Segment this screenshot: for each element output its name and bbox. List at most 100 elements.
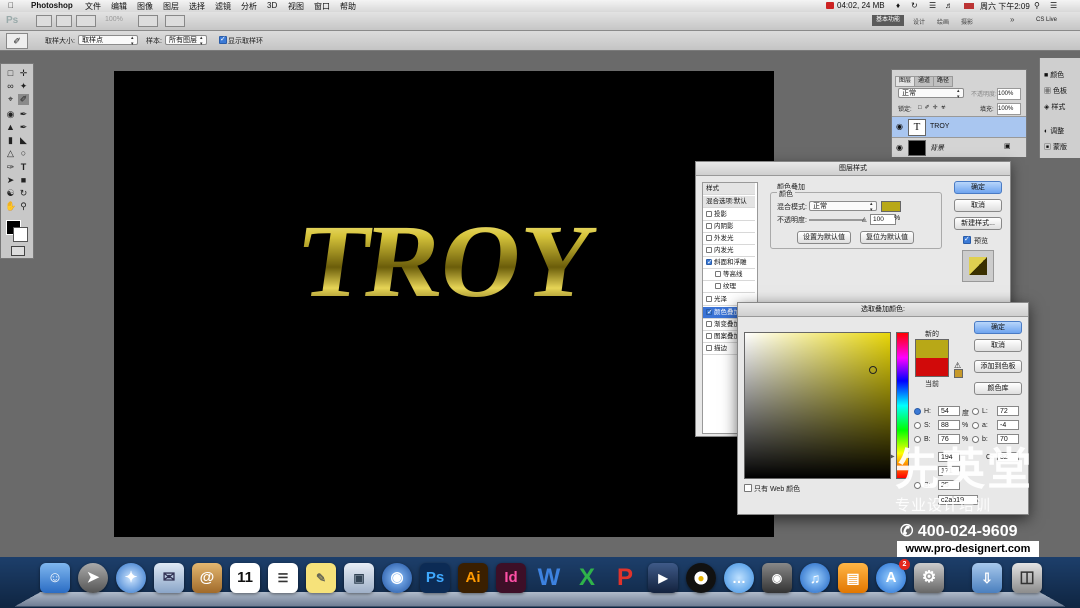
menu-filter[interactable]: 滤镜 xyxy=(215,1,231,12)
effect-bevel-emboss[interactable]: 斜面和浮雕 xyxy=(703,257,755,269)
screen-mode-icon[interactable] xyxy=(165,15,185,27)
visibility-eye-icon[interactable]: ◉ xyxy=(896,143,903,152)
fill-field[interactable]: 100% xyxy=(997,103,1021,115)
apple-menu-icon[interactable]:  xyxy=(8,1,14,10)
panel-swatches[interactable]: ▦ 色板 xyxy=(1044,86,1067,96)
excel-icon[interactable]: X xyxy=(572,563,602,593)
marquee-tool-icon[interactable]: □ xyxy=(5,68,16,79)
current-color-swatch[interactable] xyxy=(915,358,949,377)
3d-rotate-tool-icon[interactable]: ☯ xyxy=(5,188,16,199)
menu-analysis[interactable]: 分析 xyxy=(241,1,257,12)
color-libraries-button[interactable]: 颜色库 xyxy=(974,382,1022,395)
web-only-checkbox[interactable] xyxy=(744,484,752,492)
background-color-swatch[interactable] xyxy=(13,227,28,242)
downloads-icon[interactable]: ⇩ xyxy=(972,563,1002,593)
status-icon[interactable] xyxy=(826,2,834,9)
sync-icon[interactable]: ↻ xyxy=(911,1,918,10)
add-to-swatches-button[interactable]: 添加到色板 xyxy=(974,360,1022,373)
path-select-tool-icon[interactable]: ➤ xyxy=(5,175,16,186)
ibooks-icon[interactable]: ▤ xyxy=(838,563,868,593)
lock-icons[interactable]: □✐✛☣ xyxy=(918,104,949,111)
input-flag-icon[interactable] xyxy=(964,3,974,9)
hue-field[interactable]: 54 xyxy=(938,406,960,416)
app-store-icon[interactable]: A2 xyxy=(876,559,910,593)
menu-3d[interactable]: 3D xyxy=(267,1,277,10)
menu-view[interactable]: 视图 xyxy=(288,1,304,12)
stickies-icon[interactable]: ✎ xyxy=(306,563,336,593)
eyedropper-preset-icon[interactable]: ✐ xyxy=(6,33,28,49)
effect-outer-glow[interactable]: 外发光 xyxy=(703,233,755,245)
launchpad-icon[interactable]: ➤ xyxy=(78,563,108,593)
preview-icon[interactable]: ▣ xyxy=(344,563,374,593)
3d-orbit-tool-icon[interactable]: ↻ xyxy=(18,188,29,199)
set-default-button[interactable]: 设置为默认值 xyxy=(797,231,851,244)
mini-bridge-icon[interactable] xyxy=(56,15,72,27)
clock[interactable]: 周六 下午2:09 xyxy=(980,1,1030,12)
hue-slider-left-arrow[interactable]: ▶ xyxy=(890,453,895,460)
effect-texture[interactable]: 纹理 xyxy=(703,281,755,293)
layer-row-troy[interactable]: ◉ T TROY xyxy=(892,116,1026,137)
web-safe-swatch[interactable] xyxy=(954,369,963,378)
visibility-eye-icon[interactable]: ◉ xyxy=(896,122,903,131)
finder-icon[interactable]: ☺ xyxy=(40,563,70,593)
opacity-slider[interactable] xyxy=(809,219,865,221)
eyedropper-tool-icon[interactable]: ✐ xyxy=(18,94,29,105)
layer-row-background[interactable]: ◉ 背景 ▣ xyxy=(892,137,1026,157)
effect-checkbox[interactable] xyxy=(706,345,712,351)
zoom-level[interactable]: 100% xyxy=(105,16,123,23)
effect-checkbox[interactable] xyxy=(715,283,721,289)
notification-icon[interactable]: ☰ xyxy=(1050,1,1057,10)
brush-tool-icon[interactable]: ✒ xyxy=(18,109,29,120)
styles-header[interactable]: 样式 xyxy=(703,183,755,195)
effect-checkbox[interactable] xyxy=(715,271,721,277)
view-extras-icon[interactable] xyxy=(76,15,96,27)
effect-inner-glow[interactable]: 内发光 xyxy=(703,245,755,257)
picker-ok-button[interactable]: 确定 xyxy=(974,321,1022,334)
qq-icon[interactable]: ● xyxy=(686,563,716,593)
opacity-field[interactable]: 100 xyxy=(870,214,896,225)
blending-options-item[interactable]: 混合选项:默认 xyxy=(703,196,755,208)
wifi-icon[interactable]: ☰ xyxy=(929,1,936,10)
cancel-button[interactable]: 取消 xyxy=(954,199,1002,212)
l-radio[interactable] xyxy=(972,408,979,415)
shape-tool-icon[interactable]: ■ xyxy=(18,175,29,186)
pen-tool-icon[interactable]: ✑ xyxy=(5,162,16,173)
app-menu[interactable]: Photoshop xyxy=(31,1,73,10)
workspace-painting[interactable]: 绘画 xyxy=(937,17,949,26)
a-field[interactable]: -4 xyxy=(997,420,1019,430)
menu-layer[interactable]: 图层 xyxy=(163,1,179,12)
effect-contour[interactable]: 等高线 xyxy=(703,269,755,281)
tab-channels[interactable]: 通道 xyxy=(914,76,935,87)
facetime-icon[interactable]: ◉ xyxy=(762,563,792,593)
saturation-radio[interactable] xyxy=(914,422,921,429)
menu-window[interactable]: 窗口 xyxy=(314,1,330,12)
hue-radio[interactable] xyxy=(914,408,921,415)
quick-select-tool-icon[interactable]: ✦ xyxy=(18,81,29,92)
menu-help[interactable]: 帮助 xyxy=(340,1,356,12)
sample-select[interactable]: 所有图层 xyxy=(165,35,207,47)
new-style-button[interactable]: 新建样式... xyxy=(954,217,1002,230)
gradient-tool-icon[interactable]: ◣ xyxy=(18,135,29,146)
dodge-tool-icon[interactable]: ○ xyxy=(18,148,29,159)
overlay-color-swatch[interactable] xyxy=(881,201,901,212)
system-preferences-icon[interactable]: ⚙ xyxy=(914,563,944,593)
itunes-icon[interactable]: ♫ xyxy=(800,563,830,593)
panel-styles[interactable]: ◈ 样式 xyxy=(1044,102,1065,112)
messages-icon[interactable]: … xyxy=(724,563,754,593)
tab-layers[interactable]: 图层 xyxy=(895,76,916,87)
quick-mask-icon[interactable] xyxy=(11,246,25,256)
effect-inner-shadow[interactable]: 内阴影 xyxy=(703,221,755,233)
picker-cancel-button[interactable]: 取消 xyxy=(974,339,1022,352)
photoshop-icon[interactable]: Ps xyxy=(420,563,450,593)
panel-color[interactable]: ■ 颜色 xyxy=(1044,70,1064,80)
zoom-tool-icon[interactable]: ⚲ xyxy=(18,201,29,212)
l-field[interactable]: 72 xyxy=(997,406,1019,416)
effect-checkbox[interactable] xyxy=(706,321,712,327)
saturation-brightness-field[interactable] xyxy=(744,332,891,479)
blur-tool-icon[interactable]: △ xyxy=(5,148,16,159)
lasso-tool-icon[interactable]: ∞ xyxy=(5,81,16,92)
effect-checkbox[interactable] xyxy=(706,259,713,266)
indesign-icon[interactable]: Id xyxy=(496,563,526,593)
spotlight-icon[interactable]: ⚲ xyxy=(1034,1,1040,10)
video-icon[interactable]: ▶ xyxy=(648,563,678,593)
